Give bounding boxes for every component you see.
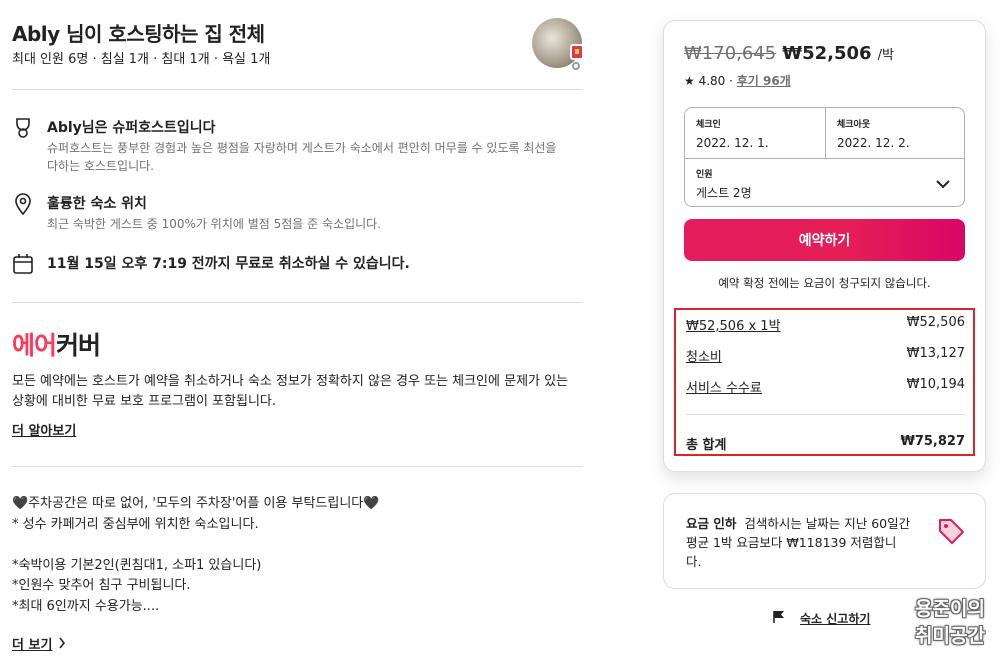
- guests-label: 인원: [696, 170, 713, 180]
- rating-value: ★ 4.80 ·: [684, 74, 733, 88]
- price-item: 서비스 수수료 ₩10,194: [686, 377, 965, 396]
- verified-dot-icon: [572, 62, 580, 70]
- guests-field[interactable]: 인원 게스트 2명: [685, 158, 966, 208]
- total-label: 총 합계: [686, 438, 727, 453]
- per-night-label: /박: [877, 48, 894, 63]
- total-amount: ₩75,827: [900, 434, 965, 449]
- checkin-value: 2022. 12. 1.: [696, 136, 769, 150]
- checkout-value: 2022. 12. 2.: [837, 136, 910, 150]
- divider: [686, 414, 965, 415]
- show-more-button[interactable]: 더 보기: [12, 634, 66, 653]
- description-line: *인원수 맞추어 침구 구비됩니다.: [12, 578, 191, 593]
- price-item-amount: ₩10,194: [906, 377, 965, 392]
- price-drop-text: 요금 인하 검색하시는 날짜는 지난 60일간 평균 1박 요금보다 ₩1181…: [686, 514, 911, 571]
- flag-icon: [772, 610, 786, 627]
- price-item-amount: ₩13,127: [906, 346, 965, 361]
- chevron-down-icon[interactable]: [936, 174, 950, 193]
- aircover-description: 모든 예약에는 호스트가 예약을 취소하거나 숙소 정보가 정확하지 않은 경우…: [12, 374, 569, 409]
- price-drop-card: 요금 인하 검색하시는 날짜는 지난 60일간 평균 1박 요금보다 ₩1181…: [663, 493, 986, 589]
- show-more-label: 더 보기: [12, 638, 53, 653]
- learn-more-link[interactable]: 더 알아보기: [12, 420, 76, 439]
- reviews-link[interactable]: 후기 96개: [737, 74, 791, 88]
- aircover-logo-black: 커버: [56, 331, 101, 360]
- aircover-logo-red: 에어: [12, 331, 57, 360]
- no-charge-note: 예약 확정 전에는 요금이 청구되지 않습니다.: [718, 276, 931, 290]
- rating-summary: ★ 4.80 · 후기 96개: [684, 72, 791, 89]
- date-guest-picker: 체크인 2022. 12. 1. 체크아웃 2022. 12. 2. 인원 게스…: [684, 107, 965, 207]
- report-listing[interactable]: 숙소 신고하기: [772, 610, 870, 627]
- watermark-line: 취미공간: [915, 625, 985, 647]
- feature-title: Ably님은 슈퍼호스트입니다: [47, 120, 216, 136]
- listing-subtitle: 최대 인원 6명 · 침실 1개 · 침대 1개 · 욕실 1개: [12, 52, 271, 67]
- listing-description: 🖤주차공간은 따로 없어, '모두의 주차장'어플 이용 부탁드립니다🖤 * 성…: [12, 494, 572, 617]
- feature-desc: 최근 숙박한 게스트 중 100%가 위치에 별점 5점을 준 숙소입니다.: [47, 217, 382, 231]
- feature-title: 11월 15일 오후 7:19 전까지 무료로 취소하실 수 있습니다.: [47, 256, 410, 272]
- chevron-right-icon: [58, 634, 66, 653]
- price-item-label[interactable]: ₩52,506 x 1박: [686, 315, 781, 334]
- checkout-field[interactable]: 체크아웃 2022. 12. 2.: [826, 108, 966, 158]
- price-breakdown: ₩52,506 x 1박 ₩52,506 청소비 ₩13,127 서비스 수수료…: [674, 308, 975, 456]
- price-item: 청소비 ₩13,127: [686, 346, 965, 365]
- divider: [12, 466, 582, 467]
- location-pin-icon: [12, 193, 34, 215]
- listing-title: Ably 님이 호스팅하는 집 전체: [12, 22, 265, 46]
- divider: [12, 89, 582, 90]
- total-row: 총 합계 ₩75,827: [686, 434, 965, 453]
- trophy-icon: [12, 117, 34, 139]
- price-tag-icon: [936, 516, 966, 550]
- description-line: *최대 6인까지 수용가능....: [12, 598, 160, 614]
- host-avatar[interactable]: [532, 18, 584, 70]
- description-line: [12, 535, 572, 556]
- report-label: 숙소 신고하기: [800, 612, 871, 626]
- feature-desc: 슈퍼호스트는 풍부한 경험과 높은 평점을 자랑하며 게스트가 숙소에서 편안히…: [47, 141, 557, 173]
- price-item-label[interactable]: 서비스 수수료: [686, 377, 762, 396]
- discounted-price: ₩52,506: [782, 43, 872, 64]
- original-price: ₩170,645: [684, 43, 777, 64]
- price-item: ₩52,506 x 1박 ₩52,506: [686, 315, 965, 334]
- superhost-badge-icon: [570, 44, 584, 60]
- guests-value: 게스트 2명: [696, 186, 752, 200]
- description-line: * 성수 카페거리 중심부에 위치한 숙소입니다.: [12, 516, 259, 532]
- description-line: 🖤주차공간은 따로 없어, '모두의 주차장'어플 이용 부탁드립니다🖤: [12, 496, 380, 511]
- checkin-field[interactable]: 체크인 2022. 12. 1.: [685, 108, 825, 158]
- reserve-button[interactable]: 예약하기: [684, 219, 965, 261]
- feature-title: 훌륭한 숙소 위치: [47, 196, 147, 212]
- aircover-logo: 에어커버: [12, 326, 101, 362]
- price-item-label[interactable]: 청소비: [686, 346, 722, 365]
- price-row: ₩170,645 ₩52,506 /박: [684, 43, 894, 64]
- watermark-line: 용준이의: [915, 598, 985, 620]
- checkin-label: 체크인: [696, 120, 721, 130]
- watermark: 용준이의 취미공간: [902, 596, 998, 650]
- price-drop-title: 요금 인하: [686, 516, 737, 531]
- checkout-label: 체크아웃: [837, 120, 871, 130]
- calendar-icon: [12, 253, 34, 275]
- booking-card: ₩170,645 ₩52,506 /박 ★ 4.80 · 후기 96개 체크인 …: [663, 20, 986, 472]
- description-line: *숙박이용 기본2인(퀸침대1, 소파1 있습니다): [12, 557, 262, 573]
- divider: [12, 302, 582, 303]
- price-item-amount: ₩52,506: [906, 315, 965, 330]
